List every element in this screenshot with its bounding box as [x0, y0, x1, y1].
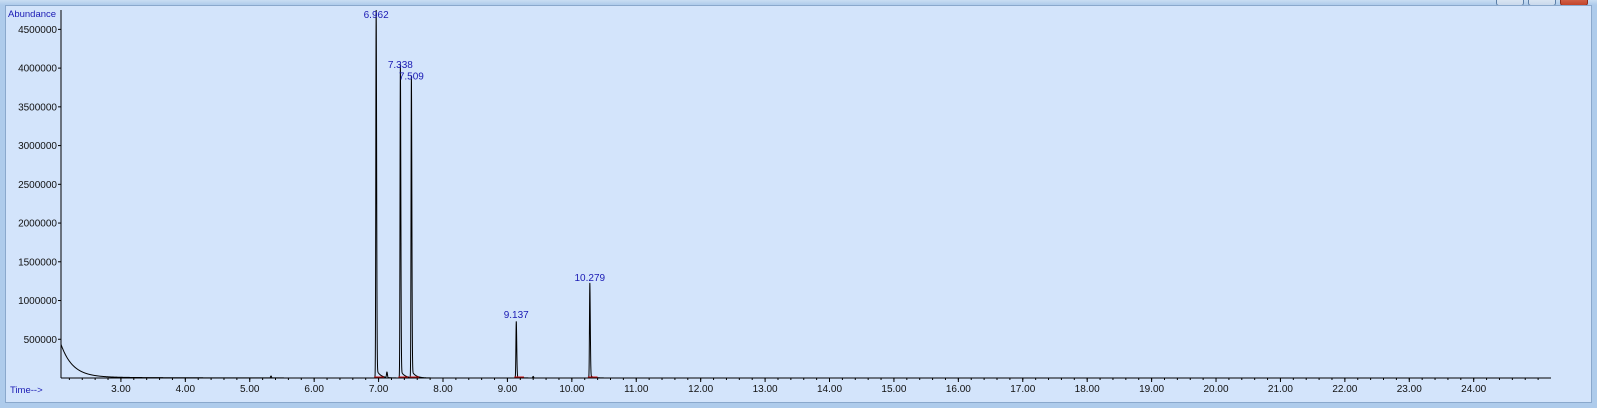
x-tick-label: 18.00	[1075, 384, 1100, 395]
x-tick-label: 12.00	[688, 384, 713, 395]
x-tick-label: 21.00	[1268, 384, 1293, 395]
peak-label: 10.279	[575, 273, 606, 284]
x-tick-label: 11.00	[624, 384, 649, 395]
y-tick-label: 3500000	[18, 102, 57, 113]
x-tick-label: 22.00	[1332, 384, 1357, 395]
x-axis-label: Time-->	[10, 385, 43, 396]
x-tick-label: 23.00	[1397, 384, 1422, 395]
x-tick-label: 17.00	[1010, 384, 1035, 395]
x-tick-label: 10.00	[559, 384, 584, 395]
chromatogram-series	[60, 9, 650, 379]
x-tick-label: 20.00	[1204, 384, 1229, 395]
peak-label: 6.962	[364, 10, 389, 21]
plot-area[interactable]: 500000 1000000 1500000 2000000 2500000 300000…	[5, 5, 1592, 403]
y-tick-label: 1500000	[18, 257, 57, 268]
y-tick-label: 1000000	[18, 296, 57, 307]
y-tick-label: 500000	[24, 335, 58, 346]
y-tick-label: 2500000	[18, 180, 57, 191]
x-tick-label: 16.00	[946, 384, 971, 395]
y-tick-label: 2000000	[18, 219, 57, 230]
x-tick-label: 8.00	[433, 384, 453, 395]
peak-label: 9.137	[504, 310, 529, 321]
chromatogram-chart[interactable]: 500000 1000000 1500000 2000000 2500000 300000…	[6, 6, 1591, 402]
x-tick-label: 19.00	[1139, 384, 1164, 395]
chromatogram-trace	[60, 9, 650, 379]
y-axis-ticks: 500000 1000000 1500000 2000000 2500000 300000…	[18, 25, 61, 346]
x-tick-label: 6.00	[304, 384, 324, 395]
y-axis-label: Abundance	[8, 9, 56, 20]
peak-label: 7.509	[399, 72, 424, 83]
x-tick-label: 14.00	[817, 384, 842, 395]
y-tick-label: 4000000	[18, 64, 57, 75]
x-tick-label: 7.00	[369, 384, 389, 395]
y-tick-label: 4500000	[18, 25, 57, 36]
x-tick-label: 9.00	[498, 384, 518, 395]
chromatogram-window: 500000 1000000 1500000 2000000 2500000 300000…	[0, 0, 1597, 408]
y-tick-label: 3000000	[18, 141, 57, 152]
axes	[60, 10, 1551, 379]
x-tick-label: 13.00	[753, 384, 778, 395]
x-tick-label: 4.00	[176, 384, 196, 395]
x-axis-ticks: 3.00 4.00 5.00 6.00 7.00 8.00 9.00 10.00 11.00 12…	[68, 378, 1539, 395]
x-tick-label: 5.00	[240, 384, 260, 395]
x-tick-label: 24.00	[1461, 384, 1486, 395]
x-tick-label: 3.00	[111, 384, 131, 395]
x-tick-label: 15.00	[881, 384, 906, 395]
peak-label: 7.338	[388, 60, 413, 71]
